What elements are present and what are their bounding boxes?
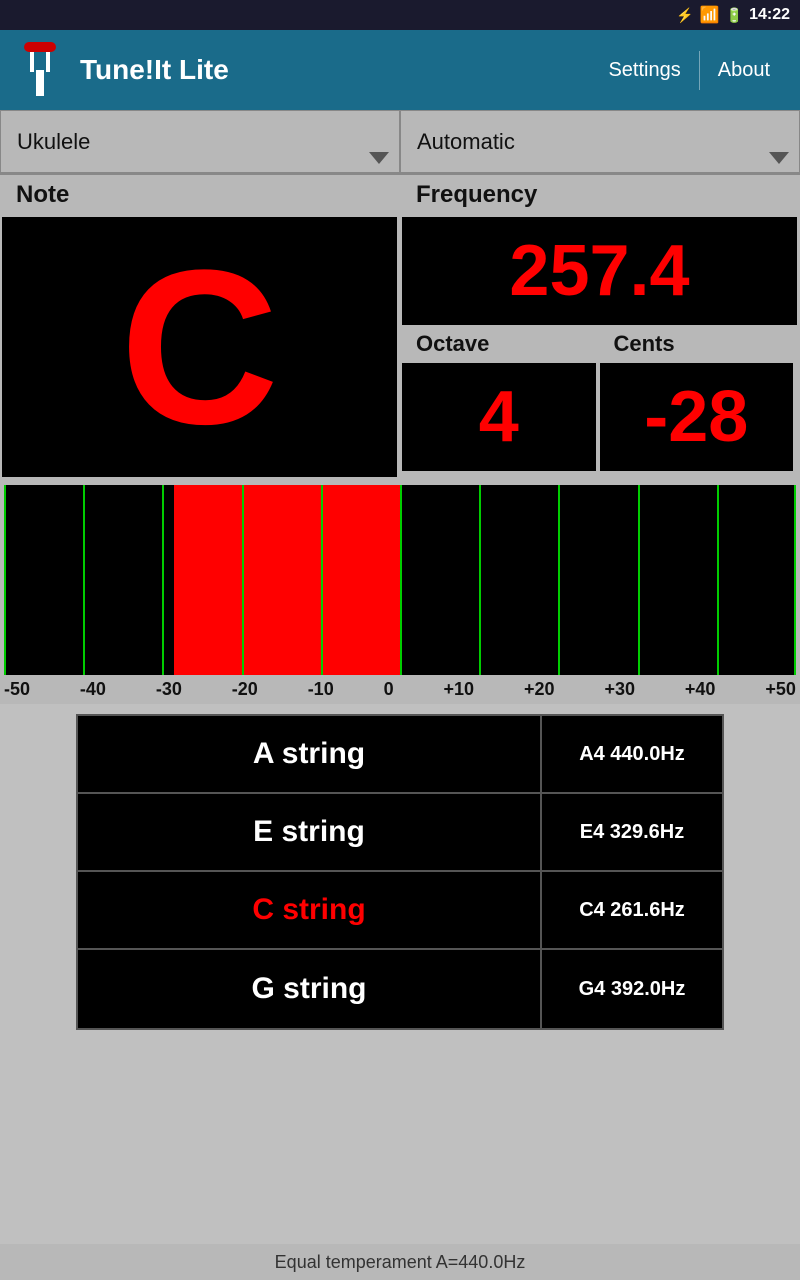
meter-line-n40 — [83, 485, 85, 675]
meter-line-n50 — [4, 485, 6, 675]
octave-display: 4 — [402, 363, 596, 471]
status-bar: ⚡ 📶 🔋 14:22 — [0, 0, 800, 30]
string-name-cell-1: E string — [78, 794, 542, 870]
mode-dropdown-arrow — [769, 152, 789, 164]
time-display: 14:22 — [749, 6, 790, 24]
string-name-cell-2: C string — [78, 872, 542, 948]
cents-label: Cents — [598, 327, 796, 361]
string-info-3: G4 392.0Hz — [579, 978, 686, 1001]
status-icons: ⚡ 📶 🔋 14:22 — [676, 5, 790, 25]
scale-p20: +20 — [524, 679, 555, 700]
scale-n10: -10 — [308, 679, 334, 700]
red-bar — [174, 485, 400, 675]
about-button[interactable]: About — [700, 51, 788, 90]
usb-icon: ⚡ — [676, 7, 693, 24]
scale-n40: -40 — [80, 679, 106, 700]
meter-line-p50 — [794, 485, 796, 675]
wifi-icon: 📶 — [700, 5, 720, 25]
string-info-cell-3: G4 392.0Hz — [542, 950, 722, 1028]
strings-table: A string A4 440.0Hz E string E4 329.6Hz C st… — [76, 714, 724, 1030]
meter-line-p10 — [479, 485, 481, 675]
instrument-value: Ukulele — [17, 129, 90, 155]
scale-p50: +50 — [765, 679, 796, 700]
note-value: C — [120, 237, 279, 457]
footer-text: Equal temperament A=440.0Hz — [275, 1252, 526, 1273]
string-row-1[interactable]: E string E4 329.6Hz — [78, 794, 722, 872]
cents-display: -28 — [600, 363, 794, 471]
note-label: Note — [0, 175, 400, 215]
scale-n30: -30 — [156, 679, 182, 700]
string-name-0: A string — [253, 737, 365, 771]
string-row-0[interactable]: A string A4 440.0Hz — [78, 716, 722, 794]
tuning-meter-container: -50 -40 -30 -20 -10 0 +10 +20 +30 +40 +5… — [0, 479, 800, 704]
octave-label: Octave — [400, 327, 598, 361]
note-display: C — [2, 217, 397, 477]
freq-display: 257.4 — [402, 217, 797, 325]
string-name-3: G string — [251, 972, 366, 1006]
string-name-cell-0: A string — [78, 716, 542, 792]
string-info-cell-2: C4 261.6Hz — [542, 872, 722, 948]
meter-line-n20 — [242, 485, 244, 675]
cents-value: -28 — [644, 376, 748, 458]
string-row-3[interactable]: G string G4 392.0Hz — [78, 950, 722, 1028]
freq-value: 257.4 — [509, 230, 689, 312]
scale-p40: +40 — [685, 679, 716, 700]
freq-label: Frequency — [400, 175, 800, 215]
scale-p30: +30 — [604, 679, 635, 700]
scale-n20: -20 — [232, 679, 258, 700]
string-info-2: C4 261.6Hz — [579, 899, 685, 922]
octave-value: 4 — [479, 376, 519, 458]
freq-section: Frequency 257.4 Octave 4 Cents -28 — [400, 175, 800, 479]
note-freq-row: Note C Frequency 257.4 Octave 4 Cents -2… — [0, 175, 800, 479]
string-info-0: A4 440.0Hz — [579, 743, 685, 766]
instrument-dropdown-arrow — [369, 152, 389, 164]
cent-scale: -50 -40 -30 -20 -10 0 +10 +20 +30 +40 +5… — [0, 675, 800, 704]
app-logo — [12, 42, 68, 98]
selectors-row: Ukulele Automatic — [0, 110, 800, 175]
scale-p10: +10 — [444, 679, 475, 700]
string-info-1: E4 329.6Hz — [580, 821, 685, 844]
cents-section: Cents -28 — [598, 327, 796, 473]
note-section: Note C — [0, 175, 400, 479]
meter-line-n30 — [162, 485, 164, 675]
string-name-cell-3: G string — [78, 950, 542, 1028]
app-title: Tune!It Lite — [80, 54, 590, 86]
string-info-cell-1: E4 329.6Hz — [542, 794, 722, 870]
octave-section: Octave 4 — [400, 327, 598, 473]
instrument-selector[interactable]: Ukulele — [0, 110, 400, 173]
meter-line-0 — [400, 485, 402, 675]
string-name-2: C string — [252, 893, 365, 927]
mode-value: Automatic — [417, 129, 515, 155]
top-bar: Tune!It Lite Settings About — [0, 30, 800, 110]
string-row-2[interactable]: C string C4 261.6Hz — [78, 872, 722, 950]
tuning-meter — [4, 485, 796, 675]
settings-button[interactable]: Settings — [590, 51, 699, 90]
scale-n50: -50 — [4, 679, 30, 700]
battery-icon: 🔋 — [726, 7, 743, 24]
meter-line-p30 — [638, 485, 640, 675]
meter-line-p40 — [717, 485, 719, 675]
octave-cents-row: Octave 4 Cents -28 — [400, 327, 795, 473]
mode-selector[interactable]: Automatic — [400, 110, 800, 173]
scale-0: 0 — [384, 679, 394, 700]
string-info-cell-0: A4 440.0Hz — [542, 716, 722, 792]
footer: Equal temperament A=440.0Hz — [0, 1244, 800, 1280]
meter-line-n10 — [321, 485, 323, 675]
string-name-1: E string — [253, 815, 365, 849]
strings-table-container: A string A4 440.0Hz E string E4 329.6Hz C st… — [0, 714, 800, 1030]
meter-line-p20 — [558, 485, 560, 675]
